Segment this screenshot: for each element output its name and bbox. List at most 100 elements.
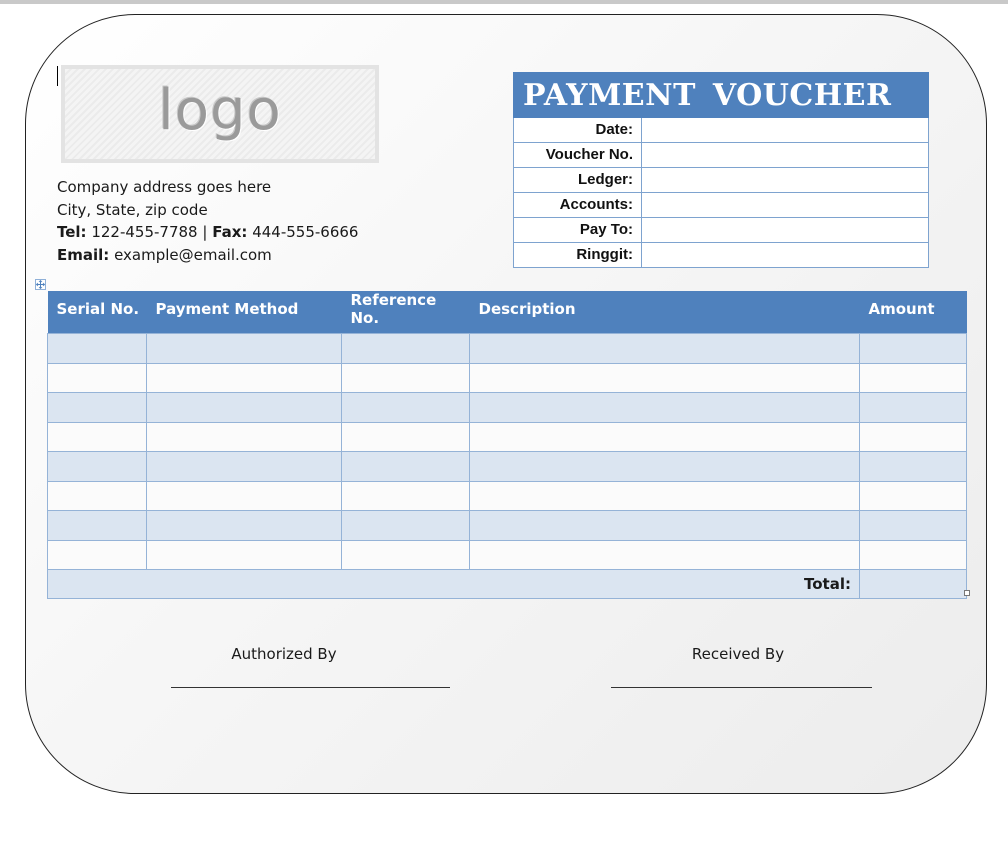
voucher-field-value-date[interactable] bbox=[642, 118, 928, 142]
table-move-handle-icon[interactable] bbox=[35, 279, 46, 290]
company-contact-line[interactable]: Tel: 122-455-7788 | Fax: 444-555-6666 bbox=[57, 221, 358, 244]
cell-reference-no[interactable] bbox=[341, 539, 470, 570]
logo-text: logo bbox=[158, 77, 282, 143]
table-header-row: Serial No. Payment Method Reference No. … bbox=[47, 291, 967, 334]
cell-amount[interactable] bbox=[859, 421, 967, 452]
cell-reference-no[interactable] bbox=[341, 451, 470, 482]
cell-serial-no[interactable] bbox=[47, 510, 147, 541]
cell-serial-no[interactable] bbox=[47, 392, 147, 423]
cell-description[interactable] bbox=[469, 480, 860, 511]
cell-payment-method[interactable] bbox=[146, 480, 342, 511]
cell-reference-no[interactable] bbox=[341, 392, 470, 423]
fax-label: Fax: bbox=[212, 223, 248, 241]
header-reference-no: Reference No. bbox=[341, 291, 470, 334]
table-resize-handle-icon[interactable] bbox=[964, 590, 970, 596]
cell-description[interactable] bbox=[469, 421, 860, 452]
company-address-line2[interactable]: City, State, zip code bbox=[57, 199, 358, 222]
payment-items-table: Serial No. Payment Method Reference No. … bbox=[47, 291, 967, 599]
cell-serial-no[interactable] bbox=[47, 362, 147, 393]
email-value: example@email.com bbox=[114, 245, 272, 264]
cell-amount[interactable] bbox=[859, 451, 967, 482]
contact-separator: | bbox=[202, 223, 208, 241]
authorized-signature-line[interactable] bbox=[171, 687, 450, 688]
cell-amount[interactable] bbox=[859, 539, 967, 570]
voucher-field-label: Voucher No. bbox=[514, 143, 642, 167]
tel-label: Tel: bbox=[57, 223, 87, 241]
table-row bbox=[47, 362, 967, 393]
tel-value: 122-455-7788 bbox=[91, 223, 198, 241]
cell-payment-method[interactable] bbox=[146, 421, 342, 452]
voucher-field-ringgit: Ringgit: bbox=[513, 243, 929, 268]
header-amount: Amount bbox=[859, 291, 967, 334]
company-info: Company address goes here City, State, z… bbox=[57, 176, 358, 266]
cell-amount[interactable] bbox=[859, 362, 967, 393]
cell-payment-method[interactable] bbox=[146, 510, 342, 541]
move-arrows-icon bbox=[35, 279, 46, 290]
table-row bbox=[47, 333, 967, 364]
cell-serial-no[interactable] bbox=[47, 421, 147, 452]
voucher-field-ledger: Ledger: bbox=[513, 168, 929, 193]
voucher-field-accounts: Accounts: bbox=[513, 193, 929, 218]
voucher-field-voucher-no: Voucher No. bbox=[513, 143, 929, 168]
window-top-border bbox=[0, 0, 1008, 4]
header-description: Description bbox=[469, 291, 860, 334]
voucher-field-label: Ringgit: bbox=[514, 243, 642, 267]
received-by-label: Received By bbox=[691, 645, 785, 663]
authorized-by-label: Authorized By bbox=[231, 645, 337, 663]
cell-payment-method[interactable] bbox=[146, 451, 342, 482]
cell-description[interactable] bbox=[469, 362, 860, 393]
voucher-field-value-accounts[interactable] bbox=[642, 193, 928, 217]
cell-payment-method[interactable] bbox=[146, 362, 342, 393]
company-email-line[interactable]: Email: example@email.com bbox=[57, 244, 358, 267]
cell-amount[interactable] bbox=[859, 480, 967, 511]
voucher-field-label: Pay To: bbox=[514, 218, 642, 242]
voucher-field-pay-to: Pay To: bbox=[513, 218, 929, 243]
cell-reference-no[interactable] bbox=[341, 421, 470, 452]
company-logo-placeholder[interactable]: logo bbox=[61, 65, 379, 163]
voucher-field-value-pay-to[interactable] bbox=[642, 218, 928, 242]
voucher-field-date: Date: bbox=[513, 118, 929, 143]
cell-serial-no[interactable] bbox=[47, 480, 147, 511]
company-address-line1[interactable]: Company address goes here bbox=[57, 176, 358, 199]
fax-value: 444-555-6666 bbox=[252, 223, 359, 241]
voucher-field-value-ringgit[interactable] bbox=[642, 243, 928, 267]
cell-serial-no[interactable] bbox=[47, 451, 147, 482]
cell-payment-method[interactable] bbox=[146, 333, 342, 364]
cell-description[interactable] bbox=[469, 510, 860, 541]
header-payment-method: Payment Method bbox=[146, 291, 342, 334]
cell-serial-no[interactable] bbox=[47, 333, 147, 364]
table-row bbox=[47, 392, 967, 423]
cell-amount[interactable] bbox=[859, 392, 967, 423]
total-value-cell[interactable] bbox=[859, 569, 967, 599]
voucher-field-label: Accounts: bbox=[514, 193, 642, 217]
cell-description[interactable] bbox=[469, 451, 860, 482]
cell-description[interactable] bbox=[469, 392, 860, 423]
cell-amount[interactable] bbox=[859, 510, 967, 541]
cell-payment-method[interactable] bbox=[146, 539, 342, 570]
cell-reference-no[interactable] bbox=[341, 480, 470, 511]
table-row bbox=[47, 480, 967, 511]
table-row bbox=[47, 510, 967, 541]
cell-payment-method[interactable] bbox=[146, 392, 342, 423]
voucher-field-value-voucher-no[interactable] bbox=[642, 143, 928, 167]
text-cursor bbox=[57, 66, 58, 86]
table-row bbox=[47, 451, 967, 482]
table-total-row: Total: bbox=[47, 569, 967, 599]
cell-description[interactable] bbox=[469, 333, 860, 364]
received-signature-line[interactable] bbox=[611, 687, 872, 688]
cell-description[interactable] bbox=[469, 539, 860, 570]
table-row bbox=[47, 539, 967, 570]
table-row bbox=[47, 421, 967, 452]
voucher-field-value-ledger[interactable] bbox=[642, 168, 928, 192]
cell-reference-no[interactable] bbox=[341, 510, 470, 541]
cell-amount[interactable] bbox=[859, 333, 967, 364]
voucher-field-label: Ledger: bbox=[514, 168, 642, 192]
cell-reference-no[interactable] bbox=[341, 333, 470, 364]
cell-serial-no[interactable] bbox=[47, 539, 147, 570]
header-serial-no: Serial No. bbox=[47, 291, 147, 334]
voucher-info-table: PAYMENT VOUCHER Date: Voucher No. Ledger… bbox=[513, 72, 929, 268]
cell-reference-no[interactable] bbox=[341, 362, 470, 393]
voucher-title[interactable]: PAYMENT VOUCHER bbox=[513, 72, 929, 118]
voucher-field-label: Date: bbox=[514, 118, 642, 142]
email-label: Email: bbox=[57, 245, 110, 264]
